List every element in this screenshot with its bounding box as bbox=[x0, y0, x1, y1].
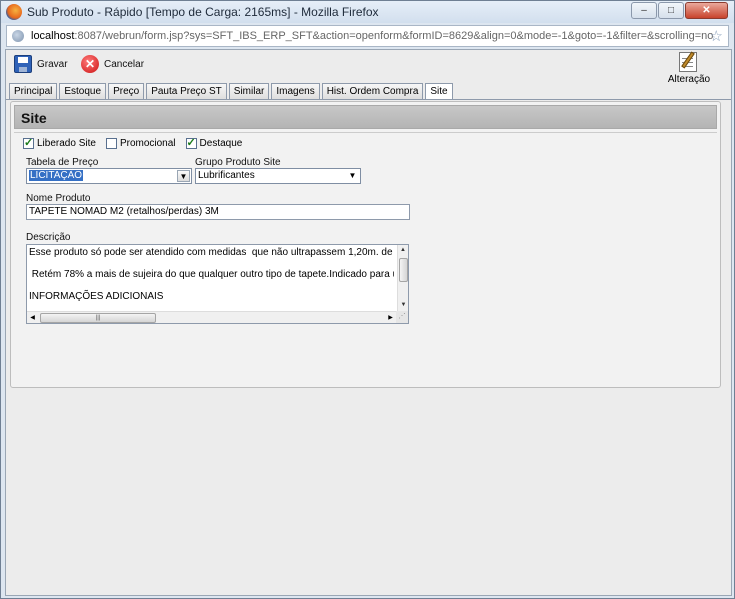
maximize-button[interactable]: □ bbox=[658, 2, 684, 19]
checkbox-label: Destaque bbox=[199, 138, 243, 149]
alter-label: Alteração bbox=[667, 74, 711, 85]
checkbox-label: Liberado Site bbox=[37, 138, 96, 149]
checkbox-icon[interactable] bbox=[185, 136, 197, 149]
panel-title: Site bbox=[21, 110, 47, 126]
scroll-thumb[interactable] bbox=[399, 258, 408, 282]
url-text[interactable]: localhost:8087/webrun/form.jsp?sys=SFT_I… bbox=[31, 30, 713, 42]
globe-icon bbox=[12, 30, 24, 42]
dropdown-arrow-icon[interactable]: ▼ bbox=[177, 170, 190, 182]
cancel-icon: ✕ bbox=[81, 55, 99, 73]
horizontal-scrollbar[interactable]: ◀ ||| ▶ bbox=[27, 311, 396, 323]
save-label: Gravar bbox=[37, 58, 68, 70]
cancel-button[interactable]: ✕ Cancelar bbox=[81, 54, 144, 74]
panel-header: Site bbox=[14, 105, 717, 129]
descricao-label: Descrição bbox=[26, 232, 71, 243]
grupo-produto-label: Grupo Produto Site bbox=[195, 157, 281, 168]
vertical-scrollbar[interactable]: ▲ ▼ bbox=[397, 245, 408, 311]
descricao-text: Esse produto só pode ser atendido com me… bbox=[29, 247, 394, 302]
destaque-checkbox[interactable]: Destaque bbox=[185, 136, 243, 149]
cancel-label: Cancelar bbox=[104, 58, 145, 70]
save-icon bbox=[14, 55, 32, 73]
tab-estoque[interactable]: Estoque bbox=[59, 83, 107, 99]
close-button[interactable]: ✕ bbox=[685, 2, 728, 19]
checkbox-row: Liberado Site Promocional Destaque bbox=[23, 136, 243, 149]
site-panel: Site Liberado Site Promocional Destaque … bbox=[10, 101, 721, 388]
tab-divider bbox=[6, 99, 731, 100]
grupo-produto-select[interactable]: Lubrificantes ▼ bbox=[195, 168, 361, 184]
star-icon[interactable]: ☆ bbox=[710, 27, 723, 45]
tabela-preco-select[interactable]: LICITAÇÃO ▼ bbox=[26, 168, 192, 184]
descricao-textarea[interactable]: Esse produto só pode ser atendido com me… bbox=[26, 244, 409, 324]
tabela-preco-label: Tabela de Preço bbox=[26, 157, 99, 168]
tab-preco[interactable]: Preço bbox=[108, 83, 145, 99]
checkbox-label: Promocional bbox=[119, 138, 176, 149]
url-bar[interactable]: localhost:8087/webrun/form.jsp?sys=SFT_I… bbox=[6, 25, 729, 47]
save-button[interactable]: Gravar bbox=[14, 54, 68, 74]
window-title: Sub Produto - Rápido [Tempo de Carga: 21… bbox=[27, 5, 379, 19]
liberado-site-checkbox[interactable]: Liberado Site bbox=[23, 136, 96, 149]
scroll-arrow-icon[interactable]: ▲ bbox=[398, 245, 408, 256]
tab-principal[interactable]: Principal bbox=[9, 83, 58, 99]
window-controls: – □ ✕ bbox=[631, 2, 728, 19]
nome-produto-input[interactable]: TAPETE NOMAD M2 (retalhos/perdas) 3M bbox=[26, 204, 410, 220]
tab-pauta-preco-st[interactable]: Pauta Preço ST bbox=[146, 83, 227, 99]
dropdown-arrow-icon[interactable]: ▼ bbox=[346, 170, 359, 182]
alter-button[interactable]: Alteração bbox=[665, 50, 713, 90]
tab-site[interactable]: Site bbox=[425, 83, 453, 100]
grupo-produto-value: Lubrificantes bbox=[198, 170, 255, 181]
firefox-icon bbox=[6, 4, 22, 20]
tab-similar[interactable]: Similar bbox=[228, 83, 270, 99]
resize-grip-icon[interactable]: ⋰ bbox=[396, 311, 408, 323]
promocional-checkbox[interactable]: Promocional bbox=[105, 138, 176, 149]
page-content: Gravar ✕ Cancelar Alteração Principal Es… bbox=[5, 49, 732, 596]
edit-document-icon bbox=[676, 50, 702, 74]
scroll-arrow-icon[interactable]: ▼ bbox=[398, 300, 408, 311]
nome-produto-label: Nome Produto bbox=[26, 193, 91, 204]
tab-hist-ordem-compra[interactable]: Hist. Ordem Compra bbox=[321, 83, 424, 99]
browser-window: Sub Produto - Rápido [Tempo de Carga: 21… bbox=[0, 0, 735, 599]
scroll-thumb[interactable]: ||| bbox=[40, 313, 156, 323]
divider bbox=[14, 132, 717, 133]
scroll-arrow-icon[interactable]: ◀ bbox=[27, 312, 38, 323]
checkbox-icon[interactable] bbox=[23, 136, 34, 149]
minimize-button[interactable]: – bbox=[631, 2, 657, 19]
form-toolbar: Gravar ✕ Cancelar Alteração bbox=[6, 50, 731, 85]
checkbox-icon[interactable] bbox=[105, 138, 117, 149]
tab-strip: Principal Estoque Preço Pauta Preço ST S… bbox=[9, 83, 453, 100]
title-bar[interactable]: Sub Produto - Rápido [Tempo de Carga: 21… bbox=[1, 1, 734, 23]
tab-imagens[interactable]: Imagens bbox=[271, 83, 320, 99]
tabela-preco-value: LICITAÇÃO bbox=[29, 170, 84, 181]
scroll-arrow-icon[interactable]: ▶ bbox=[385, 312, 396, 323]
